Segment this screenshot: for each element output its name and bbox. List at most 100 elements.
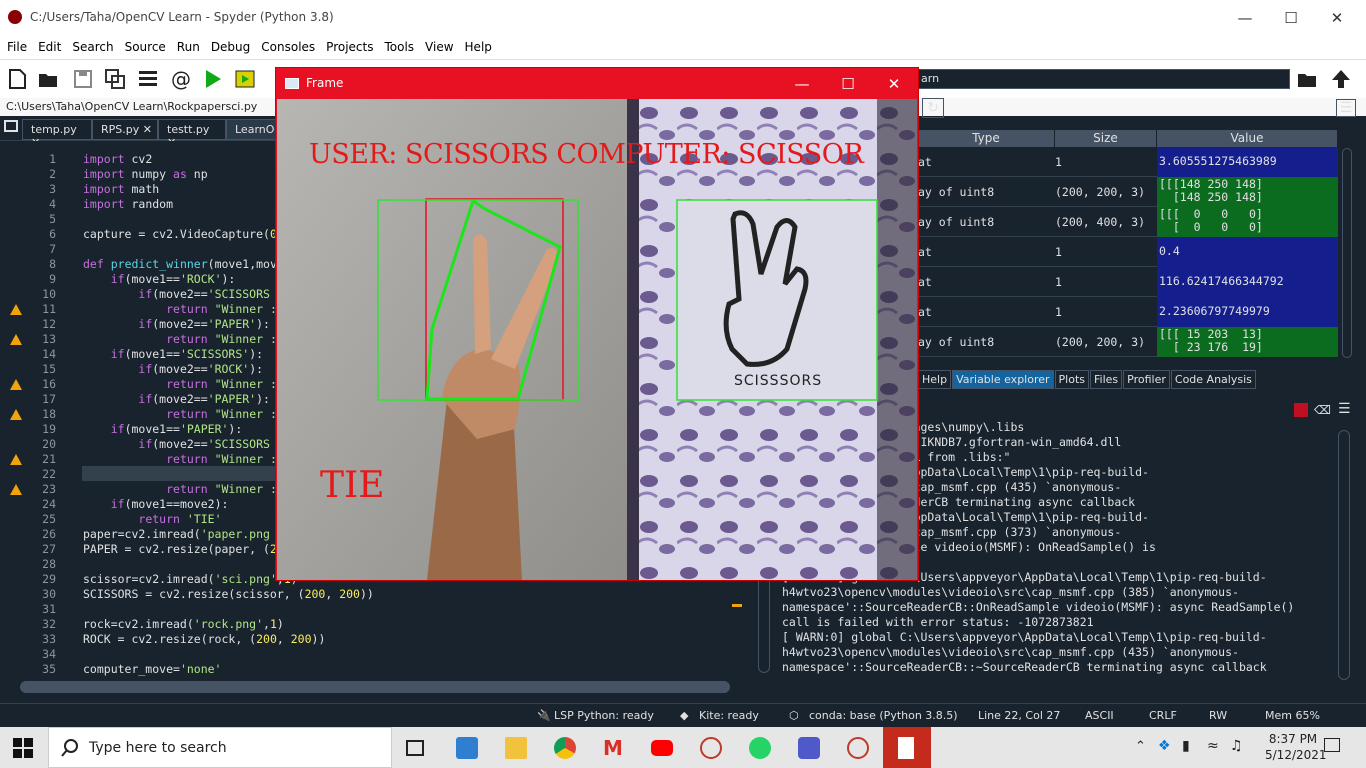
tab-files[interactable]: Files xyxy=(1090,370,1123,389)
wifi-icon[interactable]: ≈ xyxy=(1207,738,1219,754)
whatsapp-icon[interactable] xyxy=(749,737,771,759)
tab-help[interactable]: Help xyxy=(918,370,952,389)
lsp-status[interactable]: LSP Python: ready xyxy=(554,709,654,722)
frame-close-button[interactable]: ✕ xyxy=(871,70,917,98)
code-line[interactable]: import random xyxy=(83,197,173,211)
code-line[interactable]: return "Winner : xyxy=(83,332,277,346)
minimize-button[interactable]: — xyxy=(1222,4,1268,32)
tab-plots[interactable]: Plots xyxy=(1054,370,1090,389)
opencv-frame-taskbar-icon[interactable] xyxy=(898,737,914,759)
tab-testt[interactable]: testt.py ✕ xyxy=(158,119,226,149)
column-type[interactable]: Type xyxy=(918,130,1055,147)
new-file-icon[interactable] xyxy=(6,68,28,90)
menu-search[interactable]: Search xyxy=(65,36,117,54)
spyder-taskbar-icon[interactable] xyxy=(700,737,722,759)
warning-icon[interactable] xyxy=(10,484,22,495)
close-button[interactable]: ✕ xyxy=(1314,4,1360,32)
code-line[interactable]: if(move2=='SCISSORS xyxy=(83,437,270,451)
code-line[interactable]: if(move1==move2): xyxy=(83,497,229,511)
warning-icon[interactable] xyxy=(10,454,22,465)
tab-rps[interactable]: RPS.py ✕ xyxy=(92,119,158,140)
taskbar-search-box[interactable]: Type here to search xyxy=(48,727,392,768)
opencv-frame-window[interactable]: Frame — ☐ ✕ USER: SCISSORS COMPUTER: SCI… xyxy=(275,67,919,581)
spyder-second-icon[interactable] xyxy=(847,737,869,759)
kite-status[interactable]: Kite: ready xyxy=(699,709,759,722)
code-line[interactable]: def predict_winner(move1,mov xyxy=(83,257,277,271)
code-line[interactable]: if(move2=='ROCK'): xyxy=(83,362,263,376)
volume-icon[interactable]: ♫ xyxy=(1230,738,1243,754)
code-line[interactable]: if(move2=='SCISSORS xyxy=(83,287,270,301)
task-view-icon[interactable] xyxy=(406,740,424,756)
youtube-icon[interactable] xyxy=(651,740,673,756)
at-icon[interactable]: @ xyxy=(171,68,193,90)
code-line[interactable]: if(move2=='PAPER'): xyxy=(83,392,270,406)
code-line[interactable]: import math xyxy=(83,182,159,196)
menu-projects[interactable]: Projects xyxy=(319,36,377,54)
frame-maximize-button[interactable]: ☐ xyxy=(825,70,871,98)
file-explorer-icon[interactable] xyxy=(505,737,527,759)
menu-file[interactable]: File xyxy=(0,36,31,54)
code-line[interactable]: scissor=cv2.imread('sci.png',1) xyxy=(83,572,298,586)
console-options-icon[interactable]: ☰ xyxy=(1338,401,1356,417)
variable-row[interactable]: ay of uint8 (200, 200, 3) [[[ 15 203 13] [… xyxy=(918,327,1338,357)
browse-folder-icon[interactable] xyxy=(1296,68,1318,90)
warning-icon[interactable] xyxy=(10,334,22,345)
tab-code-analysis[interactable]: Code Analysis xyxy=(1170,370,1256,389)
code-line[interactable]: if(move2=='PAPER'): xyxy=(83,317,270,331)
variable-row[interactable]: at 1 0.4 xyxy=(918,237,1338,267)
code-line[interactable]: import cv2 xyxy=(83,152,152,166)
clock-date[interactable]: 5/12/2021 xyxy=(1265,748,1327,762)
run-icon[interactable] xyxy=(202,68,224,90)
options-menu-icon[interactable]: ☰ xyxy=(1336,99,1356,117)
code-line[interactable]: if(move1=='SCISSORS'): xyxy=(83,347,263,361)
editor-horizontal-scrollbar[interactable] xyxy=(20,681,730,693)
code-line[interactable]: rock=cv2.imread('rock.png',1) xyxy=(83,617,284,631)
refresh-icon[interactable]: ↻ xyxy=(922,98,944,118)
warning-icon[interactable] xyxy=(10,409,22,420)
menu-edit[interactable]: Edit xyxy=(31,36,65,54)
frame-minimize-button[interactable]: — xyxy=(779,70,825,98)
menu-help[interactable]: Help xyxy=(458,36,496,54)
browse-tabs-icon[interactable] xyxy=(4,120,18,132)
code-line[interactable]: if(move1=='ROCK'): xyxy=(83,272,236,286)
save-icon[interactable] xyxy=(72,68,94,90)
variable-row[interactable]: at 1 3.605551275463989 xyxy=(918,147,1338,177)
tab-learnop[interactable]: LearnOp xyxy=(226,119,282,140)
windows-start-icon[interactable] xyxy=(13,738,33,758)
code-line[interactable]: computer_move='none' xyxy=(83,662,221,676)
conda-status[interactable]: conda: base (Python 3.8.5) xyxy=(809,709,958,722)
code-line[interactable]: SCISSORS = cv2.resize(scissor, (200, 200… xyxy=(83,587,374,601)
menu-debug[interactable]: Debug xyxy=(204,36,254,54)
tab-profiler[interactable]: Profiler xyxy=(1123,370,1170,389)
menu-run[interactable]: Run xyxy=(170,36,204,54)
notifications-icon[interactable] xyxy=(1324,738,1340,752)
code-line[interactable]: if(move1=='PAPER'): xyxy=(83,422,243,436)
desktop-app-icon[interactable] xyxy=(456,737,478,759)
code-line[interactable]: paper=cv2.imread('paper.png xyxy=(83,527,270,541)
code-line[interactable]: return "Winner : xyxy=(83,452,277,466)
code-line[interactable]: ROCK = cv2.resize(rock, (200, 200)) xyxy=(83,632,325,646)
variable-row[interactable]: at 1 2.23606797749979 xyxy=(918,297,1338,327)
list-icon[interactable] xyxy=(137,68,159,90)
code-line[interactable]: return "Winner : xyxy=(83,407,277,421)
code-line[interactable]: return "Winner : xyxy=(83,377,277,391)
battery-icon[interactable]: ▮ xyxy=(1182,738,1190,754)
tab-temp[interactable]: temp.py ✕ xyxy=(22,119,92,149)
teams-icon[interactable] xyxy=(798,737,820,759)
code-line[interactable]: return "Winner : xyxy=(83,482,277,496)
gmail-icon[interactable]: M xyxy=(603,737,625,759)
code-line[interactable]: PAPER = cv2.resize(paper, (2 xyxy=(83,542,277,556)
menu-view[interactable]: View xyxy=(418,36,457,54)
tray-chevron-icon[interactable]: ⌃ xyxy=(1135,739,1146,754)
stop-icon[interactable] xyxy=(1294,403,1308,417)
console-scrollbar[interactable] xyxy=(1338,430,1350,680)
variable-row[interactable]: at 1 116.62417466344792 xyxy=(918,267,1338,297)
run-cell-icon[interactable] xyxy=(234,68,256,90)
tab-variable-explorer[interactable]: Variable explorer xyxy=(952,370,1054,389)
code-line[interactable]: import numpy as np xyxy=(83,167,208,181)
column-size[interactable]: Size xyxy=(1055,130,1157,147)
variable-row[interactable]: ay of uint8 (200, 400, 3) [[[ 0 0 0] [ 0 0… xyxy=(918,207,1338,237)
code-line[interactable]: capture = cv2.VideoCapture(0 xyxy=(83,227,277,241)
variable-scrollbar[interactable] xyxy=(1342,148,1352,358)
menu-consoles[interactable]: Consoles xyxy=(254,36,319,54)
